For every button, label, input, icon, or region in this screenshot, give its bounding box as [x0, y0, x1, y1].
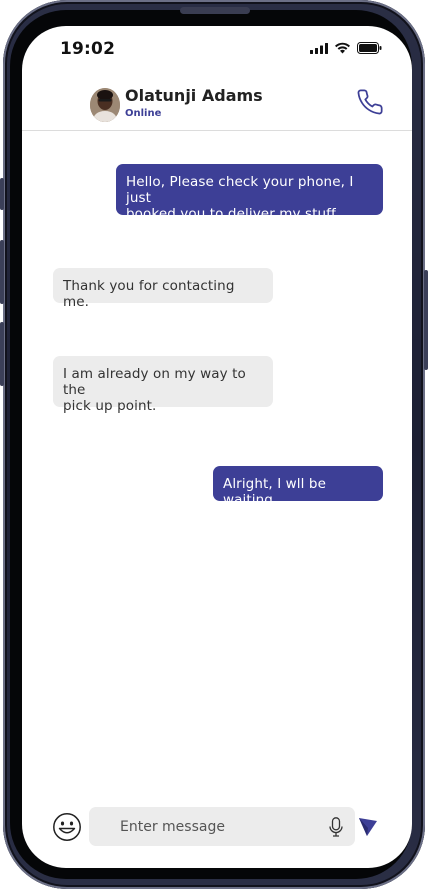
side-button [424, 270, 428, 370]
contact-name: Olatunji Adams [125, 86, 263, 105]
chat-header: Olatunji Adams Online [22, 76, 412, 131]
message-bubble-outgoing[interactable]: Alright, I wll be waiting [213, 466, 383, 508]
message-bubble-outgoing[interactable]: Hello, Please check your phone, I just b… [116, 164, 383, 222]
microphone-icon[interactable] [329, 817, 343, 837]
cellular-signal-icon [310, 42, 328, 54]
avatar-image [90, 88, 120, 122]
message-bubble-incoming[interactable]: I am already on my way to the pick up po… [53, 356, 273, 414]
status-time: 19:02 [60, 39, 116, 59]
status-bar: 19:02 [22, 26, 412, 72]
message-input[interactable] [89, 807, 319, 846]
message-bubble-incoming[interactable]: Thank you for contacting me. [53, 268, 273, 310]
side-button [0, 322, 4, 386]
screen: 19:02 Olatunji Adams Online Hello, Pleas… [22, 26, 412, 868]
message-line: pick up point. [63, 398, 157, 414]
speaker-grille [180, 7, 250, 14]
wifi-icon [335, 42, 350, 54]
message-line: I am already on my way to the [63, 366, 246, 398]
side-button [0, 240, 4, 304]
message-line: booked you to deliver my stuff [126, 206, 336, 222]
avatar[interactable] [90, 88, 120, 122]
side-button [0, 178, 4, 210]
message-line: Hello, Please check your phone, I just [126, 174, 354, 206]
battery-icon [357, 42, 382, 54]
phone-icon[interactable] [356, 88, 384, 116]
status-icons [310, 42, 382, 54]
contact-status: Online [125, 108, 162, 119]
message-input-container [89, 807, 355, 846]
message-line: Alright, I wll be waiting [223, 476, 326, 508]
message-line: Thank you for contacting me. [63, 278, 235, 310]
send-icon[interactable] [359, 817, 377, 837]
emoji-icon[interactable] [52, 812, 82, 842]
